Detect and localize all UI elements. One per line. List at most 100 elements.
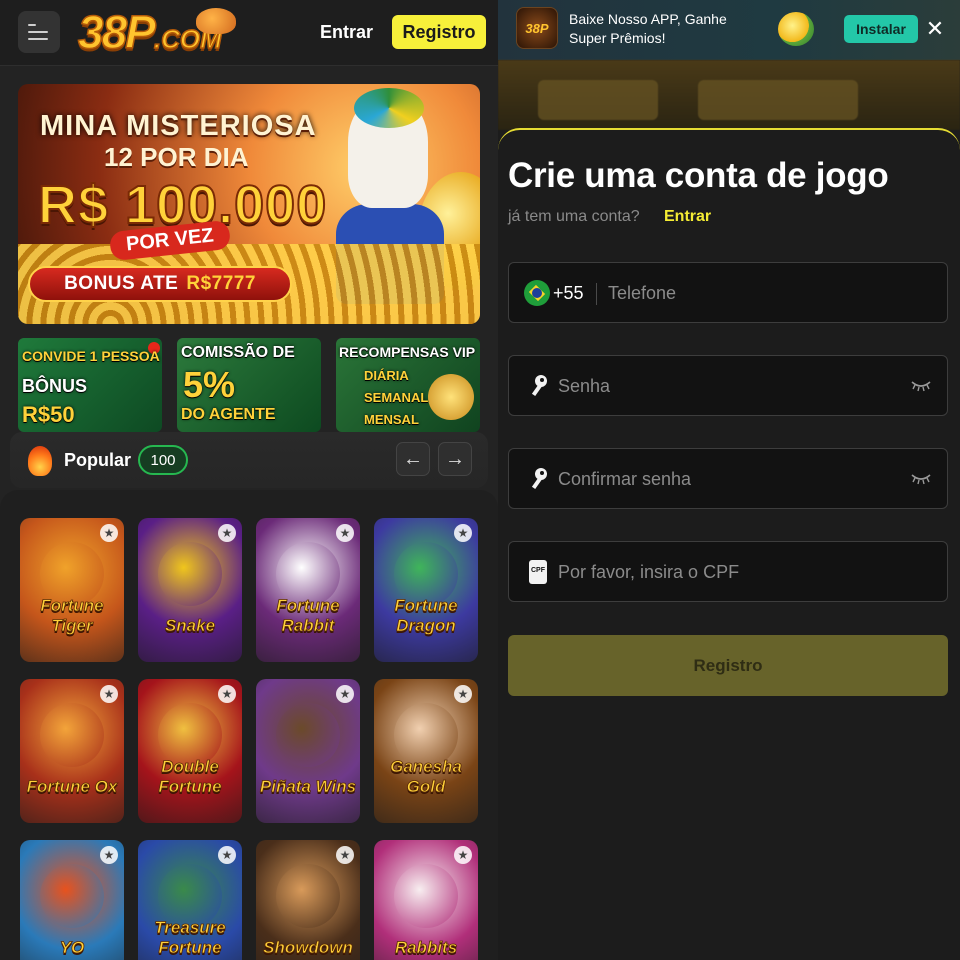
confirm-password-placeholder: Confirmar senha <box>558 469 692 489</box>
game-character-art <box>158 542 222 606</box>
favorite-star-icon[interactable]: ★ <box>454 846 472 864</box>
bonus-amount: R$7777 <box>186 273 256 294</box>
phone-placeholder: Telefone <box>608 283 677 303</box>
game-title: Piñata Wins <box>259 777 357 797</box>
favorite-star-icon[interactable]: ★ <box>100 685 118 703</box>
game-title: Showdown <box>263 938 354 958</box>
promo-invite-line2: BÔNUS <box>22 376 88 396</box>
login-link[interactable]: Entrar <box>664 208 711 226</box>
app-banner-line1: Baixe Nosso APP, Ganhe <box>569 11 727 27</box>
login-button[interactable]: Entrar <box>308 15 385 49</box>
register-title: Crie uma conta de jogo <box>508 156 889 195</box>
feathers-icon <box>354 88 424 128</box>
favorite-star-icon[interactable]: ★ <box>454 524 472 542</box>
game-title: Double Fortune <box>158 757 222 797</box>
close-icon[interactable]: ✕ <box>925 16 945 42</box>
favorite-star-icon[interactable]: ★ <box>100 524 118 542</box>
game-tile[interactable]: ★ Ganesha Gold <box>374 679 478 823</box>
promo-agent-line2: 5% <box>183 364 236 405</box>
arrow-right-icon[interactable]: → <box>438 442 472 476</box>
game-title: Ganesha Gold <box>390 757 463 797</box>
country-code[interactable]: +55 <box>553 283 584 304</box>
favorite-star-icon[interactable]: ★ <box>218 685 236 703</box>
logo-mascot-icon <box>196 8 236 34</box>
game-tile[interactable]: ★ Fortune Rabbit <box>256 518 360 662</box>
favorite-star-icon[interactable]: ★ <box>336 524 354 542</box>
eye-closed-icon[interactable] <box>911 471 931 485</box>
vip-badge-icon <box>428 374 474 420</box>
promo-invite-line3: R$50 <box>22 402 75 427</box>
bonus-pill: BONUS ATE R$7777 <box>28 266 292 302</box>
game-grid: ★ Fortune Tiger ★ Snake ★ Fortune Rabbit ★ Fort… <box>0 490 498 960</box>
promo-agent-line3: DO AGENTE <box>181 406 276 423</box>
hero-line2: 12 POR DIA <box>104 142 249 172</box>
eye-closed-icon[interactable] <box>911 378 931 392</box>
promo-vip-line1: RECOMPENSAS VIP <box>339 344 476 360</box>
logo-text: 38P <box>77 5 156 59</box>
popular-section-header: Popular 100 ← → <box>10 432 488 488</box>
game-tile[interactable]: ★ Fortune Ox <box>20 679 124 823</box>
key-icon <box>531 468 547 490</box>
game-title: YO <box>59 938 85 958</box>
password-placeholder: Senha <box>558 376 611 396</box>
game-title: Snake <box>164 616 216 636</box>
password-field[interactable]: Senha <box>508 355 948 416</box>
favorite-star-icon[interactable]: ★ <box>100 846 118 864</box>
favorite-star-icon[interactable]: ★ <box>454 685 472 703</box>
game-character-art <box>40 703 104 767</box>
game-title: Fortune Dragon <box>394 596 458 636</box>
app-download-banner: 38P Baixe Nosso APP, Ganhe Super Prêmios… <box>498 0 960 60</box>
fire-icon <box>28 446 52 476</box>
favorite-star-icon[interactable]: ★ <box>218 846 236 864</box>
game-tile[interactable]: ★ Treasure Fortune <box>138 840 242 960</box>
game-tile[interactable]: ★ Fortune Tiger <box>20 518 124 662</box>
promo-vip[interactable]: RECOMPENSAS VIP DIÁRIA SEMANAL MENSAL <box>336 338 480 432</box>
bonus-prefix: BONUS ATE <box>64 273 179 294</box>
popular-label: Popular <box>64 450 132 470</box>
install-button[interactable]: Instalar <box>844 15 918 43</box>
promo-vip-line3: SEMANAL <box>364 390 429 405</box>
game-tile[interactable]: ★ YO <box>20 840 124 960</box>
promo-invite[interactable]: CONVIDE 1 PESSOA BÔNUS R$50 <box>18 338 162 432</box>
cpf-field[interactable]: CPF Por favor, insira o CPF <box>508 541 948 602</box>
promo-agent[interactable]: COMISSÃO DE 5% DO AGENTE <box>177 338 321 432</box>
promo-vip-line2: DIÁRIA <box>364 368 409 383</box>
menu-icon[interactable] <box>18 11 60 53</box>
game-title: Rabbits <box>394 938 458 958</box>
arrow-left-icon[interactable]: ← <box>396 442 430 476</box>
favorite-star-icon[interactable]: ★ <box>218 524 236 542</box>
game-title: Fortune Tiger <box>40 596 104 636</box>
popular-count-badge: 100 <box>138 445 188 475</box>
promo-vip-line4: MENSAL <box>364 412 419 427</box>
game-character-art <box>276 864 340 928</box>
phone-field[interactable]: +55 Telefone <box>508 262 948 323</box>
casino-home-pane: 38P.COM Entrar Registro MINA MISTERIOSA … <box>0 0 498 960</box>
submit-register-button[interactable]: Registro <box>508 635 948 696</box>
game-tile[interactable]: ★ Showdown <box>256 840 360 960</box>
money-icon <box>778 12 814 46</box>
hero-line1: MINA MISTERIOSA <box>40 110 317 142</box>
brazil-flag-icon <box>524 280 550 306</box>
game-title: Fortune Ox <box>26 777 118 797</box>
game-tile[interactable]: ★ Piñata Wins <box>256 679 360 823</box>
key-icon <box>531 375 547 397</box>
hero-banner[interactable]: MINA MISTERIOSA 12 POR DIA R$ 100.000 PO… <box>18 84 480 324</box>
cpf-card-icon: CPF <box>529 560 547 584</box>
game-tile[interactable]: ★ Fortune Dragon <box>374 518 478 662</box>
confirm-password-field[interactable]: Confirmar senha <box>508 448 948 509</box>
cpf-placeholder: Por favor, insira o CPF <box>558 562 740 582</box>
favorite-star-icon[interactable]: ★ <box>336 846 354 864</box>
register-sheet: Crie uma conta de jogo já tem uma conta?… <box>498 128 960 960</box>
app-banner-message: Baixe Nosso APP, Ganhe Super Prêmios! <box>569 10 727 48</box>
register-pane: 38P Baixe Nosso APP, Ganhe Super Prêmios… <box>498 0 960 960</box>
game-character-art <box>40 864 104 928</box>
game-title: Fortune Rabbit <box>276 596 340 636</box>
cpf-icon-text: CPF <box>531 567 545 574</box>
game-character-art <box>394 864 458 928</box>
register-button[interactable]: Registro <box>392 15 486 49</box>
game-tile[interactable]: ★ Rabbits <box>374 840 478 960</box>
game-tile[interactable]: ★ Double Fortune <box>138 679 242 823</box>
game-title: Treasure Fortune <box>154 918 226 958</box>
favorite-star-icon[interactable]: ★ <box>336 685 354 703</box>
game-tile[interactable]: ★ Snake <box>138 518 242 662</box>
